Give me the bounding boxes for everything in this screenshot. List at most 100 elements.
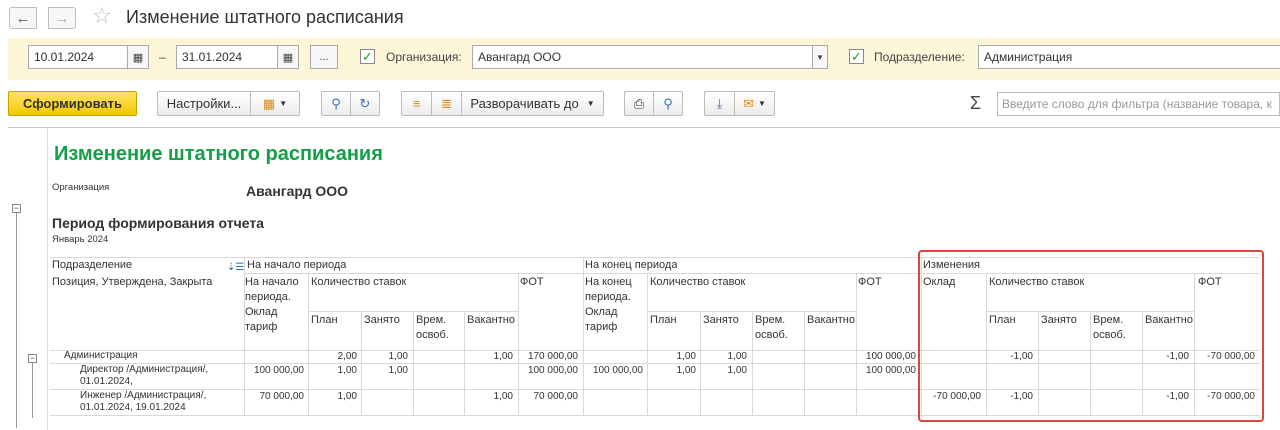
cell-c-fot: -70 000,00 bbox=[1207, 351, 1255, 362]
org-select[interactable]: Авангард ООО bbox=[472, 45, 814, 69]
cell-c-sal: -70 000,00 bbox=[933, 391, 981, 402]
header-end-busy: Занято bbox=[703, 314, 739, 326]
search-button[interactable]: ⚲ bbox=[321, 91, 351, 116]
window-title: Изменение штатного расписания bbox=[126, 7, 404, 27]
header-change-temp: Врем. освоб. bbox=[1093, 314, 1126, 341]
header-change-busy: Занято bbox=[1041, 314, 1077, 326]
calendar-icon[interactable]: ▦ bbox=[277, 45, 299, 69]
cell-e-busy: 1,00 bbox=[727, 365, 747, 376]
search-icon: ⚲ bbox=[331, 95, 341, 111]
calendar-icon[interactable]: ▦ bbox=[127, 45, 149, 69]
title-bar: ← → ☆ Изменение штатного расписания bbox=[0, 0, 1280, 36]
expand-groups-button[interactable]: ≣ bbox=[431, 91, 462, 116]
grid-line bbox=[700, 311, 701, 415]
collapse-groups-button[interactable]: ≡ bbox=[401, 91, 432, 116]
grid-line bbox=[804, 311, 805, 415]
grid-line bbox=[244, 273, 1260, 274]
period-value: Январь 2024 bbox=[52, 234, 109, 245]
search-next-button[interactable]: ↻ bbox=[350, 91, 380, 116]
dept-label: Подразделение: bbox=[874, 50, 965, 64]
sort-down-icon[interactable]: ⇣☰ bbox=[227, 260, 244, 275]
dept-checkbox[interactable]: ✓ bbox=[849, 49, 864, 64]
cell-s-busy: 1,00 bbox=[388, 365, 408, 376]
filter-bar: 10.01.2024 ▦ – 31.01.2024 ▦ ... ✓ Органи… bbox=[8, 38, 1280, 80]
send-email-dropdown[interactable]: ✉ ▼ bbox=[734, 91, 775, 116]
header-start-vacant: Вакантно bbox=[467, 314, 515, 326]
cell-s-vac: 1,00 bbox=[493, 391, 513, 402]
dept-select[interactable]: Администрация bbox=[978, 45, 1280, 69]
cell-s-rate: 70 000,00 bbox=[259, 391, 305, 402]
search-refresh-icon: ↻ bbox=[359, 95, 371, 111]
cell-e-fot: 100 000,00 bbox=[865, 365, 916, 376]
grid-line bbox=[647, 273, 648, 415]
collapse-toggle-icon[interactable]: − bbox=[28, 354, 37, 363]
header-position: Позиция, Утверждена, Закрыта bbox=[52, 276, 213, 288]
expand-to-dropdown[interactable]: Разворачивать до ▼ bbox=[461, 91, 604, 116]
grid-line bbox=[856, 273, 857, 415]
org-label: Организация: bbox=[386, 50, 462, 64]
header-start-fot: ФОТ bbox=[520, 276, 544, 288]
expand-icon: ≣ bbox=[441, 95, 452, 111]
cell-s-fot: 170 000,00 bbox=[527, 351, 578, 362]
sum-icon[interactable]: Σ bbox=[970, 93, 981, 114]
grid-line bbox=[50, 415, 1260, 416]
print-preview-icon: ⚲ bbox=[663, 95, 673, 111]
generate-button[interactable]: Сформировать bbox=[8, 91, 137, 116]
chevron-down-icon[interactable]: ▼ bbox=[812, 45, 828, 69]
collapse-icon: ≡ bbox=[412, 96, 421, 111]
cell-s-plan: 1,00 bbox=[337, 365, 357, 376]
row-name: Директор /Администрация/, 01.01.2024, bbox=[80, 364, 209, 387]
cell-s-rate: 100 000,00 bbox=[253, 365, 304, 376]
header-end-period: На конец периода bbox=[585, 259, 678, 271]
expand-to-label: Разворачивать до bbox=[470, 96, 579, 111]
download-icon: ⤓ bbox=[716, 95, 723, 111]
report-variants-icon: ▦ bbox=[262, 95, 276, 111]
print-button[interactable]: ⎙ bbox=[624, 91, 654, 116]
cell-e-fot: 100 000,00 bbox=[865, 351, 916, 362]
collapse-toggle-icon[interactable]: − bbox=[12, 204, 21, 213]
org-checkbox[interactable]: ✓ bbox=[360, 49, 375, 64]
back-arrow-icon[interactable]: ← bbox=[9, 7, 37, 29]
preview-button[interactable]: ⚲ bbox=[653, 91, 683, 116]
cell-e-plan: 1,00 bbox=[676, 351, 696, 362]
toolbar: Сформировать Настройки... ▦ ▼ ⚲ ↻ ≡ ≣ Ра… bbox=[0, 88, 1280, 120]
forward-arrow-icon[interactable]: → bbox=[48, 7, 76, 29]
header-start-temp: Врем. освоб. bbox=[416, 314, 449, 341]
variants-dropdown[interactable]: ▦ ▼ bbox=[250, 91, 300, 116]
cell-c-fot: -70 000,00 bbox=[1207, 391, 1255, 402]
row-name: Администрация bbox=[64, 350, 138, 361]
settings-button[interactable]: Настройки... bbox=[157, 91, 251, 116]
header-start-period: На начало периода bbox=[247, 259, 347, 271]
header-end-vacant: Вакантно bbox=[807, 314, 855, 326]
printer-icon: ⎙ bbox=[633, 95, 645, 111]
favorite-star-icon[interactable]: ☆ bbox=[92, 3, 112, 29]
cell-s-fot: 100 000,00 bbox=[527, 365, 578, 376]
save-button[interactable]: ⤓ bbox=[704, 91, 735, 116]
filter-search-input[interactable]: Введите слово для фильтра (название това… bbox=[997, 92, 1280, 116]
cell-c-plan: -1,00 bbox=[1010, 351, 1033, 362]
period-caption: Период формирования отчета bbox=[52, 215, 264, 231]
header-end-fot: ФОТ bbox=[858, 276, 882, 288]
header-dept: Подразделение bbox=[52, 259, 133, 271]
grid-line bbox=[583, 257, 584, 415]
date-to-input[interactable]: 31.01.2024 bbox=[176, 45, 278, 69]
header-change-vacant: Вакантно bbox=[1145, 314, 1193, 326]
date-from-input[interactable]: 10.01.2024 bbox=[28, 45, 128, 69]
cell-e-rate: 100 000,00 bbox=[592, 365, 643, 376]
header-end-plan: План bbox=[650, 314, 677, 326]
org-caption: Организация bbox=[52, 182, 110, 193]
header-change-salary: Оклад bbox=[923, 276, 956, 288]
header-start-rate: На начало периода. Оклад тариф bbox=[245, 276, 299, 333]
email-icon: ✉ bbox=[743, 95, 754, 111]
cell-s-plan: 2,00 bbox=[337, 351, 357, 362]
chevron-down-icon: ▼ bbox=[586, 99, 595, 108]
header-change-plan: План bbox=[989, 314, 1016, 326]
row-name: Инженер /Администрация/, 01.01.2024, 19.… bbox=[80, 390, 207, 413]
cell-c-plan: -1,00 bbox=[1010, 391, 1033, 402]
header-end-temp: Врем. освоб. bbox=[755, 314, 788, 341]
cell-s-vac: 1,00 bbox=[493, 351, 513, 362]
grid-line bbox=[413, 311, 414, 415]
period-select-button[interactable]: ... bbox=[310, 45, 338, 69]
report-org-value: Авангард ООО bbox=[246, 183, 349, 199]
header-end-qty: Количество ставок bbox=[650, 276, 746, 288]
